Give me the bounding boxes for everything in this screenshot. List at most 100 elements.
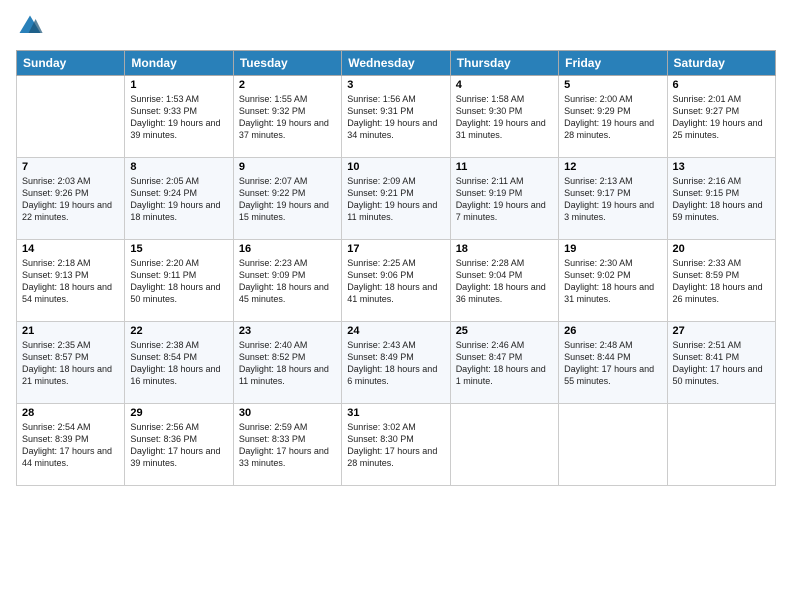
day-info: Sunrise: 2:25 AMSunset: 9:06 PMDaylight:… <box>347 257 444 306</box>
day-info: Sunrise: 2:05 AMSunset: 9:24 PMDaylight:… <box>130 175 227 224</box>
calendar-cell: 16 Sunrise: 2:23 AMSunset: 9:09 PMDayligh… <box>233 240 341 322</box>
day-number: 27 <box>673 325 770 337</box>
calendar-cell: 18 Sunrise: 2:28 AMSunset: 9:04 PMDayligh… <box>450 240 558 322</box>
day-info: Sunrise: 1:53 AMSunset: 9:33 PMDaylight:… <box>130 93 227 142</box>
calendar-cell: 26 Sunrise: 2:48 AMSunset: 8:44 PMDayligh… <box>559 322 667 404</box>
day-number: 7 <box>22 161 119 173</box>
day-number: 23 <box>239 325 336 337</box>
calendar-cell: 19 Sunrise: 2:30 AMSunset: 9:02 PMDayligh… <box>559 240 667 322</box>
day-info: Sunrise: 2:28 AMSunset: 9:04 PMDaylight:… <box>456 257 553 306</box>
header <box>16 12 776 40</box>
day-info: Sunrise: 2:13 AMSunset: 9:17 PMDaylight:… <box>564 175 661 224</box>
day-info: Sunrise: 1:56 AMSunset: 9:31 PMDaylight:… <box>347 93 444 142</box>
calendar-cell: 12 Sunrise: 2:13 AMSunset: 9:17 PMDayligh… <box>559 158 667 240</box>
col-header-thursday: Thursday <box>450 51 558 76</box>
calendar-cell: 5 Sunrise: 2:00 AMSunset: 9:29 PMDaylight… <box>559 76 667 158</box>
calendar-cell: 25 Sunrise: 2:46 AMSunset: 8:47 PMDayligh… <box>450 322 558 404</box>
day-number: 30 <box>239 407 336 419</box>
day-number: 17 <box>347 243 444 255</box>
day-info: Sunrise: 1:58 AMSunset: 9:30 PMDaylight:… <box>456 93 553 142</box>
calendar-cell: 13 Sunrise: 2:16 AMSunset: 9:15 PMDayligh… <box>667 158 775 240</box>
col-header-wednesday: Wednesday <box>342 51 450 76</box>
calendar-header-row: SundayMondayTuesdayWednesdayThursdayFrid… <box>17 51 776 76</box>
col-header-monday: Monday <box>125 51 233 76</box>
calendar-cell: 1 Sunrise: 1:53 AMSunset: 9:33 PMDaylight… <box>125 76 233 158</box>
calendar-cell: 3 Sunrise: 1:56 AMSunset: 9:31 PMDaylight… <box>342 76 450 158</box>
calendar-cell: 20 Sunrise: 2:33 AMSunset: 8:59 PMDayligh… <box>667 240 775 322</box>
day-info: Sunrise: 2:59 AMSunset: 8:33 PMDaylight:… <box>239 421 336 470</box>
day-number: 26 <box>564 325 661 337</box>
day-info: Sunrise: 2:51 AMSunset: 8:41 PMDaylight:… <box>673 339 770 388</box>
day-info: Sunrise: 2:18 AMSunset: 9:13 PMDaylight:… <box>22 257 119 306</box>
day-number: 2 <box>239 79 336 91</box>
col-header-saturday: Saturday <box>667 51 775 76</box>
calendar-cell: 8 Sunrise: 2:05 AMSunset: 9:24 PMDaylight… <box>125 158 233 240</box>
day-info: Sunrise: 2:43 AMSunset: 8:49 PMDaylight:… <box>347 339 444 388</box>
day-info: Sunrise: 2:33 AMSunset: 8:59 PMDaylight:… <box>673 257 770 306</box>
logo <box>16 12 48 40</box>
calendar-cell: 11 Sunrise: 2:11 AMSunset: 9:19 PMDayligh… <box>450 158 558 240</box>
day-number: 20 <box>673 243 770 255</box>
day-info: Sunrise: 2:56 AMSunset: 8:36 PMDaylight:… <box>130 421 227 470</box>
day-info: Sunrise: 2:00 AMSunset: 9:29 PMDaylight:… <box>564 93 661 142</box>
col-header-friday: Friday <box>559 51 667 76</box>
day-number: 18 <box>456 243 553 255</box>
calendar-cell: 14Sunrise: 2:18 AMSunset: 9:13 PMDayligh… <box>17 240 125 322</box>
day-info: Sunrise: 2:40 AMSunset: 8:52 PMDaylight:… <box>239 339 336 388</box>
calendar-week-2: 14Sunrise: 2:18 AMSunset: 9:13 PMDayligh… <box>17 240 776 322</box>
day-info: Sunrise: 2:38 AMSunset: 8:54 PMDaylight:… <box>130 339 227 388</box>
day-number: 24 <box>347 325 444 337</box>
day-info: Sunrise: 2:46 AMSunset: 8:47 PMDaylight:… <box>456 339 553 388</box>
day-info: Sunrise: 2:07 AMSunset: 9:22 PMDaylight:… <box>239 175 336 224</box>
day-number: 28 <box>22 407 119 419</box>
calendar-cell: 4 Sunrise: 1:58 AMSunset: 9:30 PMDaylight… <box>450 76 558 158</box>
day-info: Sunrise: 2:35 AMSunset: 8:57 PMDaylight:… <box>22 339 119 388</box>
calendar-cell: 28Sunrise: 2:54 AMSunset: 8:39 PMDayligh… <box>17 404 125 486</box>
day-info: Sunrise: 2:01 AMSunset: 9:27 PMDaylight:… <box>673 93 770 142</box>
day-info: Sunrise: 2:23 AMSunset: 9:09 PMDaylight:… <box>239 257 336 306</box>
col-header-sunday: Sunday <box>17 51 125 76</box>
calendar-cell: 29 Sunrise: 2:56 AMSunset: 8:36 PMDayligh… <box>125 404 233 486</box>
calendar-cell: 7Sunrise: 2:03 AMSunset: 9:26 PMDaylight… <box>17 158 125 240</box>
calendar-cell: 10Sunrise: 2:09 AMSunset: 9:21 PMDayligh… <box>342 158 450 240</box>
day-number: 31 <box>347 407 444 419</box>
calendar-week-1: 7Sunrise: 2:03 AMSunset: 9:26 PMDaylight… <box>17 158 776 240</box>
day-info: Sunrise: 2:48 AMSunset: 8:44 PMDaylight:… <box>564 339 661 388</box>
calendar-cell: 9Sunrise: 2:07 AMSunset: 9:22 PMDaylight… <box>233 158 341 240</box>
calendar-week-4: 28Sunrise: 2:54 AMSunset: 8:39 PMDayligh… <box>17 404 776 486</box>
calendar-table: SundayMondayTuesdayWednesdayThursdayFrid… <box>16 50 776 486</box>
day-number: 1 <box>130 79 227 91</box>
day-number: 13 <box>673 161 770 173</box>
calendar-cell <box>559 404 667 486</box>
day-number: 11 <box>456 161 553 173</box>
day-number: 19 <box>564 243 661 255</box>
calendar-cell: 31Sunrise: 3:02 AMSunset: 8:30 PMDayligh… <box>342 404 450 486</box>
page: SundayMondayTuesdayWednesdayThursdayFrid… <box>0 0 792 612</box>
day-number: 15 <box>130 243 227 255</box>
day-info: Sunrise: 2:11 AMSunset: 9:19 PMDaylight:… <box>456 175 553 224</box>
day-info: Sunrise: 1:55 AMSunset: 9:32 PMDaylight:… <box>239 93 336 142</box>
calendar-cell <box>667 404 775 486</box>
day-number: 29 <box>130 407 227 419</box>
day-number: 16 <box>239 243 336 255</box>
day-number: 21 <box>22 325 119 337</box>
calendar-cell: 17 Sunrise: 2:25 AMSunset: 9:06 PMDayligh… <box>342 240 450 322</box>
calendar-cell <box>450 404 558 486</box>
day-info: Sunrise: 2:16 AMSunset: 9:15 PMDaylight:… <box>673 175 770 224</box>
day-number: 5 <box>564 79 661 91</box>
day-info: Sunrise: 2:30 AMSunset: 9:02 PMDaylight:… <box>564 257 661 306</box>
calendar-cell: 24 Sunrise: 2:43 AMSunset: 8:49 PMDayligh… <box>342 322 450 404</box>
day-number: 4 <box>456 79 553 91</box>
calendar-week-3: 21 Sunrise: 2:35 AMSunset: 8:57 PMDayligh… <box>17 322 776 404</box>
calendar-cell: 6Sunrise: 2:01 AMSunset: 9:27 PMDaylight… <box>667 76 775 158</box>
calendar-cell: 22 Sunrise: 2:38 AMSunset: 8:54 PMDayligh… <box>125 322 233 404</box>
logo-icon <box>16 12 44 40</box>
day-number: 25 <box>456 325 553 337</box>
day-number: 22 <box>130 325 227 337</box>
day-number: 12 <box>564 161 661 173</box>
calendar-cell: 23 Sunrise: 2:40 AMSunset: 8:52 PMDayligh… <box>233 322 341 404</box>
day-number: 8 <box>130 161 227 173</box>
calendar-cell: 27 Sunrise: 2:51 AMSunset: 8:41 PMDayligh… <box>667 322 775 404</box>
day-number: 3 <box>347 79 444 91</box>
day-number: 10 <box>347 161 444 173</box>
